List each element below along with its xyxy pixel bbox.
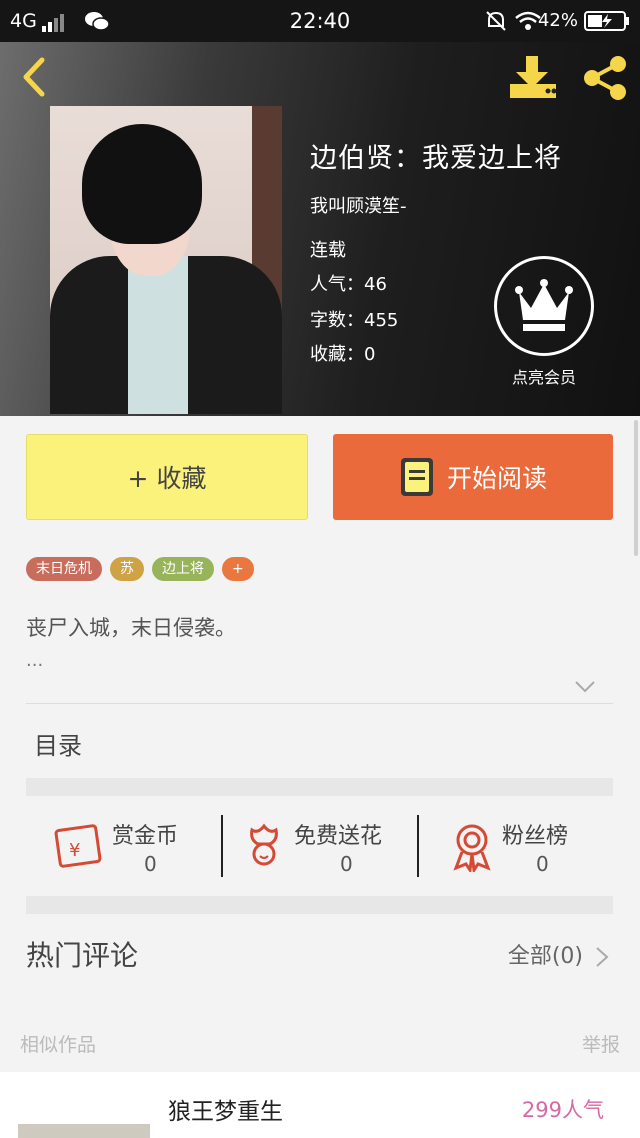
divider [26,703,613,704]
divider [221,815,223,877]
svg-text:¥: ¥ [69,840,80,861]
section-gap [26,778,613,796]
similar-works-label: 相似作品 [20,1034,97,1056]
back-arrow-icon[interactable] [18,56,48,98]
recommended-book-popularity: 299人气 [521,1098,604,1122]
report-button[interactable]: 举报 [582,1030,620,1057]
book-header: 边伯贤：我爱边上将 我叫顾漠笙- 连载 人气：46 字数：455 收藏：0 点亮… [0,42,640,416]
scrollbar[interactable] [634,420,638,556]
book-author[interactable]: 我叫顾漠笙- [310,192,407,218]
tag[interactable]: 末日危机 [26,557,102,581]
book-title: 边伯贤：我爱边上将 [310,143,562,174]
reward-coins-button[interactable]: ¥ 赏金币 0 [54,812,204,882]
status-bar: 4G 22:40 42% [0,0,640,42]
stat-label: 粉丝榜 [502,824,569,849]
collect-label: + 收藏 [127,464,207,493]
stat-label: 免费送花 [294,824,383,849]
vip-label: 点亮会员 [511,368,576,387]
section-gap [26,896,613,914]
share-icon[interactable] [580,54,630,102]
hot-comments-title: 热门评论 [26,939,139,972]
start-reading-label: 开始阅读 [446,464,547,493]
start-reading-button[interactable]: 开始阅读 [333,434,613,520]
book-icon [400,458,433,496]
download-icon[interactable] [508,54,560,100]
stat-value: 0 [144,852,157,876]
medal-icon [453,824,491,872]
stat-label: 赏金币 [112,824,179,849]
tag[interactable]: 边上将 [152,557,214,581]
book-cover-image[interactable] [50,106,282,414]
battery-icon [584,11,629,31]
fan-ranking-button[interactable]: 粉丝榜 0 [450,812,600,882]
all-comments-label: 全部(0) [507,944,583,969]
send-flowers-button[interactable]: 免费送花 0 [244,812,414,882]
stat-value: 0 [536,852,549,876]
tag[interactable]: 苏 [110,557,144,581]
chevron-right-icon [596,947,609,967]
book-popularity: 人气：46 [310,274,387,295]
battery-percent: 42% [537,10,578,31]
vip-button[interactable]: 点亮会员 [492,256,596,388]
recommended-book-cover [18,1124,150,1138]
toc-link[interactable]: 目录 [34,726,82,761]
collect-button[interactable]: + 收藏 [26,434,308,520]
book-status: 连载 [310,240,346,261]
recommended-book-item[interactable]: 狼王梦重生 299人气 [0,1072,640,1138]
book-word-count: 字数：455 [310,310,399,331]
recommended-book-title: 狼王梦重生 [168,1099,283,1125]
summary-ellipsis: ... [26,650,44,671]
stat-value: 0 [340,852,353,876]
crown-icon [494,256,594,356]
book-summary: 丧尸入城，末日侵袭。 [26,616,236,640]
add-tag-button[interactable]: + [222,557,254,581]
book-favorites: 收藏：0 [310,344,376,365]
mute-bell-icon [486,11,506,31]
all-comments-link[interactable]: 全部(0) [508,938,610,970]
red-envelope-icon: ¥ [54,824,102,868]
flower-icon [250,823,278,866]
tag-list: 末日危机 苏 边上将 + [26,557,254,581]
divider [417,815,419,877]
chevron-down-icon[interactable] [574,676,596,698]
